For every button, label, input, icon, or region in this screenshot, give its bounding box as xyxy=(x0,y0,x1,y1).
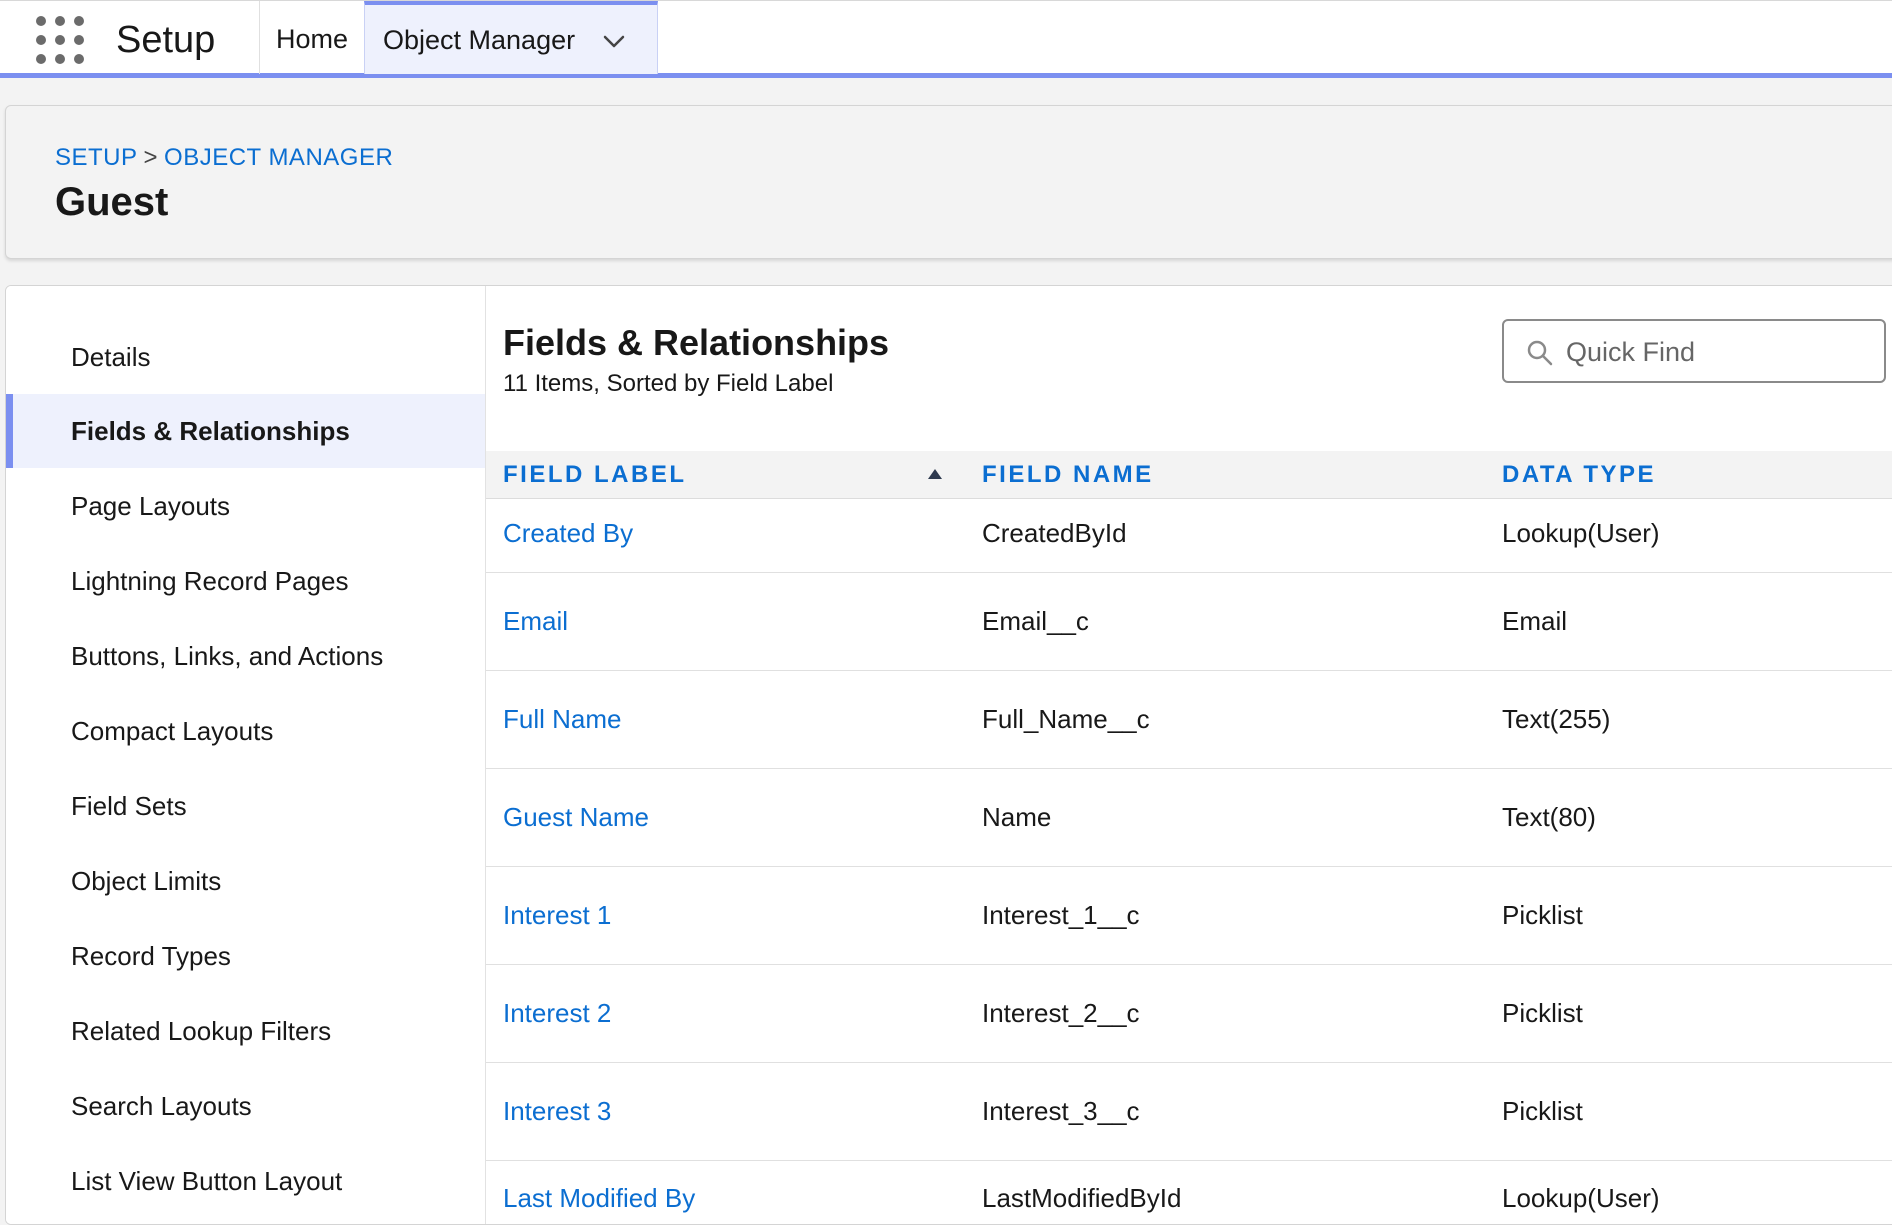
field-data-type: Lookup(User) xyxy=(1502,518,1660,548)
field-label-link[interactable]: Created By xyxy=(503,518,633,549)
field-label-link[interactable]: Interest 3 xyxy=(503,1096,611,1127)
field-api-name: Email__c xyxy=(982,606,1089,636)
tab-object-manager[interactable]: Object Manager xyxy=(364,1,658,74)
column-header-data-type[interactable]: DATA TYPE xyxy=(1502,461,1656,489)
field-label-link[interactable]: Last Modified By xyxy=(503,1183,695,1214)
field-data-type: Picklist xyxy=(1502,1096,1583,1126)
sidebar-item-list-view-button-layout[interactable]: List View Button Layout xyxy=(6,1144,485,1218)
breadcrumb-separator: > xyxy=(143,144,159,171)
sidebar-item-page-layouts[interactable]: Page Layouts xyxy=(6,469,485,543)
field-label-link[interactable]: Guest Name xyxy=(503,802,649,833)
sort-ascending-icon[interactable] xyxy=(928,469,942,479)
sidebar-item-lightning-record-pages[interactable]: Lightning Record Pages xyxy=(6,544,485,618)
field-data-type: Lookup(User) xyxy=(1502,1183,1660,1213)
field-api-name: Interest_3__c xyxy=(982,1096,1140,1126)
sidebar-item-object-limits[interactable]: Object Limits xyxy=(6,844,485,918)
table-row: Interest 1 Interest_1__c Picklist xyxy=(486,867,1892,965)
column-header-field-label[interactable]: FIELD LABEL xyxy=(503,461,687,489)
app-name: Setup xyxy=(116,19,216,61)
field-data-type: Email xyxy=(1502,606,1568,636)
object-sidebar: Details Fields & Relationships Page Layo… xyxy=(6,286,486,1224)
sidebar-item-related-lookup-filters[interactable]: Related Lookup Filters xyxy=(6,994,485,1068)
chevron-down-icon[interactable] xyxy=(599,27,629,57)
table-header: FIELD LABEL FIELD NAME DATA TYPE xyxy=(486,451,1892,499)
object-header: SETUP > OBJECT MANAGER Guest xyxy=(5,105,1892,259)
table-row: Interest 3 Interest_3__c Picklist xyxy=(486,1063,1892,1161)
sidebar-item-fields-relationships[interactable]: Fields & Relationships xyxy=(6,394,485,468)
table-row: Interest 2 Interest_2__c Picklist xyxy=(486,965,1892,1063)
sidebar-item-buttons-links-actions[interactable]: Buttons, Links, and Actions xyxy=(6,619,485,693)
global-nav-bar: Setup Home Object Manager xyxy=(0,0,1892,78)
sidebar-item-details[interactable]: Details xyxy=(6,320,485,394)
breadcrumb: SETUP > OBJECT MANAGER xyxy=(55,144,393,172)
field-api-name: Name xyxy=(982,802,1052,832)
column-header-field-name[interactable]: FIELD NAME xyxy=(982,461,1154,489)
field-api-name: Full_Name__c xyxy=(982,704,1150,734)
sidebar-item-compact-layouts[interactable]: Compact Layouts xyxy=(6,694,485,768)
breadcrumb-object-manager[interactable]: OBJECT MANAGER xyxy=(164,144,393,171)
section-title: Fields & Relationships xyxy=(503,322,890,363)
page-title: Guest xyxy=(55,180,169,224)
quick-find-box xyxy=(1502,319,1886,383)
table-row: Guest Name Name Text(80) xyxy=(486,769,1892,867)
field-label-link[interactable]: Interest 2 xyxy=(503,998,611,1029)
search-icon xyxy=(1527,340,1553,366)
field-data-type: Text(80) xyxy=(1502,802,1596,832)
section-subtitle: 11 Items, Sorted by Field Label xyxy=(503,370,834,397)
field-data-type: Text(255) xyxy=(1502,704,1611,734)
tab-home[interactable]: Home xyxy=(260,1,364,74)
field-api-name: Interest_2__c xyxy=(982,998,1140,1028)
field-data-type: Picklist xyxy=(1502,998,1583,1028)
field-label-link[interactable]: Email xyxy=(503,606,568,637)
fields-section: Fields & Relationships 11 Items, Sorted … xyxy=(486,286,1892,1224)
field-api-name: Interest_1__c xyxy=(982,900,1140,930)
sidebar-item-field-sets[interactable]: Field Sets xyxy=(6,769,485,843)
sidebar-item-search-layouts[interactable]: Search Layouts xyxy=(6,1069,485,1143)
table-row: Email Email__c Email xyxy=(486,573,1892,671)
app-launcher-icon[interactable] xyxy=(36,16,84,64)
table-row: Full Name Full_Name__c Text(255) xyxy=(486,671,1892,769)
quick-find-input[interactable] xyxy=(1564,329,1868,375)
sidebar-item-record-types[interactable]: Record Types xyxy=(6,919,485,993)
table-row: Last Modified By LastModifiedById Lookup… xyxy=(486,1161,1892,1224)
table-row: Created By CreatedById Lookup(User) xyxy=(486,498,1892,573)
field-label-link[interactable]: Full Name xyxy=(503,704,621,735)
field-label-link[interactable]: Interest 1 xyxy=(503,900,611,931)
breadcrumb-setup[interactable]: SETUP xyxy=(55,144,138,171)
tab-object-manager-label: Object Manager xyxy=(383,25,576,55)
field-api-name: LastModifiedById xyxy=(982,1183,1182,1213)
field-api-name: CreatedById xyxy=(982,518,1127,548)
field-data-type: Picklist xyxy=(1502,900,1583,930)
object-detail-panel: Details Fields & Relationships Page Layo… xyxy=(5,285,1892,1225)
